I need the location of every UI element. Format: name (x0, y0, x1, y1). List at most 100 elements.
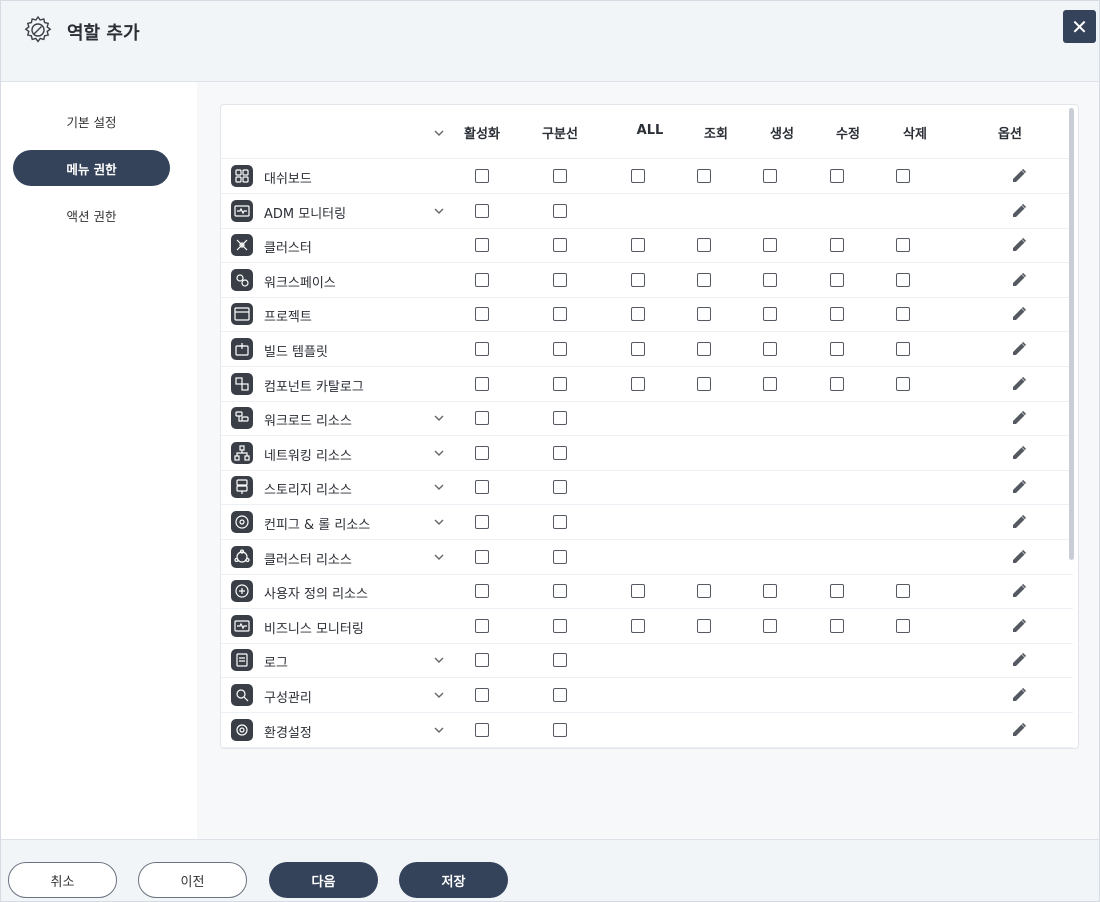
all-checkbox[interactable] (631, 272, 645, 287)
activate-checkbox[interactable] (475, 169, 489, 183)
create-checkbox[interactable] (763, 272, 777, 287)
read-checkbox[interactable] (697, 307, 711, 322)
cancel-button[interactable]: 취소 (8, 862, 117, 898)
activate-checkbox[interactable] (475, 515, 489, 529)
update-checkbox[interactable] (830, 376, 844, 391)
read-checkbox[interactable] (697, 584, 711, 599)
divider-checkbox[interactable] (553, 480, 567, 495)
divider-checkbox[interactable] (553, 307, 567, 322)
activate-checkbox[interactable] (475, 653, 489, 668)
divider-checkbox[interactable] (553, 549, 567, 564)
delete-checkbox[interactable] (896, 272, 910, 287)
chevron-down-icon[interactable] (432, 480, 446, 494)
pencil-icon[interactable] (1010, 305, 1028, 323)
previous-button[interactable]: 이전 (138, 862, 247, 898)
all-checkbox[interactable] (631, 169, 645, 183)
all-checkbox[interactable] (631, 342, 645, 356)
chevron-down-icon[interactable] (432, 411, 446, 425)
divider-checkbox[interactable] (553, 515, 567, 529)
chevron-down-icon[interactable] (432, 550, 446, 564)
read-checkbox[interactable] (697, 376, 711, 391)
delete-checkbox[interactable] (896, 169, 910, 183)
delete-checkbox[interactable] (896, 238, 910, 253)
activate-checkbox[interactable] (475, 722, 489, 737)
divider-checkbox[interactable] (553, 445, 567, 460)
pencil-icon[interactable] (1010, 686, 1028, 704)
update-checkbox[interactable] (830, 272, 844, 287)
read-checkbox[interactable] (697, 342, 711, 356)
chevron-down-icon[interactable] (432, 126, 446, 140)
create-checkbox[interactable] (763, 238, 777, 253)
chevron-down-icon[interactable] (432, 204, 446, 218)
chevron-down-icon[interactable] (432, 653, 446, 667)
table-scrollbar[interactable] (1069, 108, 1074, 560)
activate-checkbox[interactable] (475, 307, 489, 322)
sidebar-item-menu-permission[interactable]: 메뉴 권한 (13, 150, 170, 186)
activate-checkbox[interactable] (475, 342, 489, 356)
read-checkbox[interactable] (697, 618, 711, 633)
activate-checkbox[interactable] (475, 584, 489, 599)
all-checkbox[interactable] (631, 238, 645, 253)
chevron-down-icon[interactable] (432, 446, 446, 460)
pencil-icon[interactable] (1010, 236, 1028, 254)
activate-checkbox[interactable] (475, 445, 489, 460)
create-checkbox[interactable] (763, 376, 777, 391)
create-checkbox[interactable] (763, 584, 777, 599)
read-checkbox[interactable] (697, 169, 711, 183)
pencil-icon[interactable] (1010, 375, 1028, 393)
divider-checkbox[interactable] (553, 584, 567, 599)
delete-checkbox[interactable] (896, 618, 910, 633)
update-checkbox[interactable] (830, 307, 844, 322)
chevron-down-icon[interactable] (432, 723, 446, 737)
activate-checkbox[interactable] (475, 411, 489, 426)
divider-checkbox[interactable] (553, 169, 567, 183)
pencil-icon[interactable] (1010, 271, 1028, 289)
divider-checkbox[interactable] (553, 411, 567, 426)
divider-checkbox[interactable] (553, 653, 567, 668)
delete-checkbox[interactable] (896, 584, 910, 599)
update-checkbox[interactable] (830, 342, 844, 356)
activate-checkbox[interactable] (475, 688, 489, 702)
divider-checkbox[interactable] (553, 376, 567, 391)
divider-checkbox[interactable] (553, 688, 567, 702)
delete-checkbox[interactable] (896, 376, 910, 391)
read-checkbox[interactable] (697, 238, 711, 253)
divider-checkbox[interactable] (553, 272, 567, 287)
activate-checkbox[interactable] (475, 203, 489, 218)
chevron-down-icon[interactable] (432, 515, 446, 529)
pencil-icon[interactable] (1010, 582, 1028, 600)
save-button[interactable]: 저장 (399, 862, 508, 898)
create-checkbox[interactable] (763, 342, 777, 356)
delete-checkbox[interactable] (896, 307, 910, 322)
pencil-icon[interactable] (1010, 478, 1028, 496)
activate-checkbox[interactable] (475, 272, 489, 287)
pencil-icon[interactable] (1010, 167, 1028, 185)
pencil-icon[interactable] (1010, 409, 1028, 427)
activate-checkbox[interactable] (475, 480, 489, 495)
all-checkbox[interactable] (631, 584, 645, 599)
pencil-icon[interactable] (1010, 444, 1028, 462)
create-checkbox[interactable] (763, 169, 777, 183)
read-checkbox[interactable] (697, 272, 711, 287)
create-checkbox[interactable] (763, 307, 777, 322)
update-checkbox[interactable] (830, 169, 844, 183)
update-checkbox[interactable] (830, 238, 844, 253)
pencil-icon[interactable] (1010, 513, 1028, 531)
divider-checkbox[interactable] (553, 238, 567, 253)
sidebar-item-action-permission[interactable]: 액션 권한 (13, 197, 170, 233)
pencil-icon[interactable] (1010, 721, 1028, 739)
divider-checkbox[interactable] (553, 203, 567, 218)
sidebar-item-basic-settings[interactable]: 기본 설정 (13, 103, 170, 139)
all-checkbox[interactable] (631, 376, 645, 391)
all-checkbox[interactable] (631, 618, 645, 633)
pencil-icon[interactable] (1010, 340, 1028, 358)
pencil-icon[interactable] (1010, 548, 1028, 566)
pencil-icon[interactable] (1010, 651, 1028, 669)
next-button[interactable]: 다음 (269, 862, 378, 898)
chevron-down-icon[interactable] (432, 688, 446, 702)
all-checkbox[interactable] (631, 307, 645, 322)
create-checkbox[interactable] (763, 618, 777, 633)
pencil-icon[interactable] (1010, 202, 1028, 220)
activate-checkbox[interactable] (475, 549, 489, 564)
pencil-icon[interactable] (1010, 617, 1028, 635)
